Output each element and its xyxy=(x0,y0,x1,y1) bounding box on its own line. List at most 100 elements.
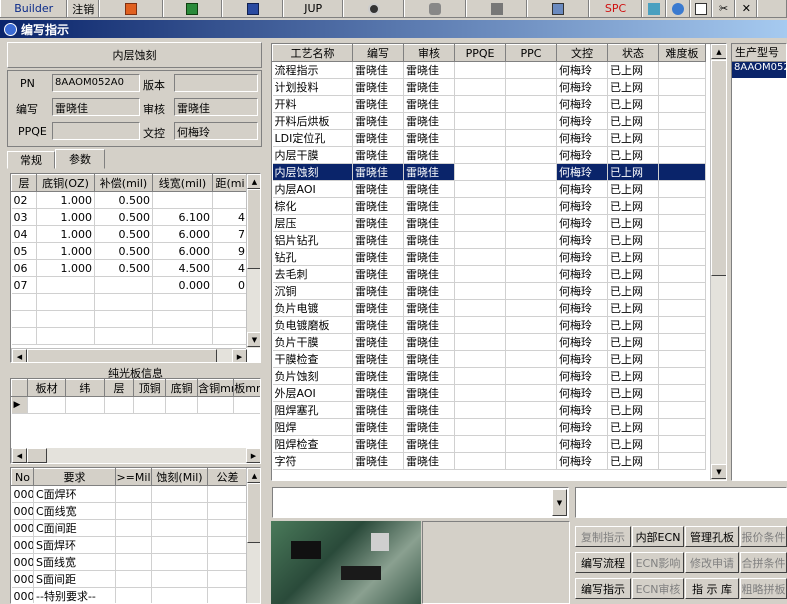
quote-condition-button[interactable]: 报价条件 xyxy=(740,526,787,547)
scroll-down-icon[interactable]: ▼ xyxy=(711,464,726,479)
table-row[interactable]: 开料后烘板 雷晓佳 雷晓佳 何梅玲 已上网 xyxy=(272,112,706,130)
tab-params[interactable]: 参数 xyxy=(55,149,105,169)
rough-panel-button[interactable]: 粗略拼板 xyxy=(740,578,787,599)
layer-hscroll[interactable]: ◀ ▶ xyxy=(11,348,247,362)
table-row[interactable]: 钻孔 雷晓佳 雷晓佳 何梅玲 已上网 xyxy=(272,248,706,266)
table-row[interactable]: 000 S面焊环 xyxy=(11,536,248,554)
modify-request-button[interactable]: 修改申请 xyxy=(685,552,739,573)
scroll-left-icon[interactable]: ◀ xyxy=(12,448,27,463)
scroll-right-icon[interactable]: ▶ xyxy=(246,448,260,463)
table-row[interactable]: 000 S面间距 xyxy=(11,570,248,588)
annotate-button[interactable]: 注销 xyxy=(67,0,100,17)
table-row[interactable]: 000 C面焊环 xyxy=(11,485,248,503)
model-list-item[interactable]: 8AAOM052A0 xyxy=(732,62,786,78)
table-row[interactable]: 去毛刺 雷晓佳 雷晓佳 何梅玲 已上网 xyxy=(272,265,706,283)
pn-field[interactable]: 8AAOM052A0 xyxy=(52,74,140,92)
doc-control-field[interactable]: 何梅玲 xyxy=(174,122,258,140)
table-row[interactable]: 06 1.000 0.500 4.500 4 xyxy=(11,259,248,277)
writer-field[interactable]: 雷晓佳 xyxy=(52,98,140,116)
reviewer-field[interactable]: 雷晓佳 xyxy=(174,98,258,116)
board-hscroll[interactable]: ◀ ▶ xyxy=(11,448,260,463)
table-row[interactable]: 阻焊塞孔 雷晓佳 雷晓佳 何梅玲 已上网 xyxy=(272,401,706,419)
version-field[interactable] xyxy=(174,74,258,92)
jup-button[interactable]: JUP xyxy=(283,0,343,17)
column-header[interactable]: 层 xyxy=(11,174,37,192)
instruction-library-button[interactable]: 指 示 库 xyxy=(685,578,739,599)
table-row[interactable]: 层压 雷晓佳 雷晓佳 何梅玲 已上网 xyxy=(272,214,706,232)
column-header[interactable]: PPQE xyxy=(454,44,506,62)
table-row[interactable]: 负片干膜 雷晓佳 雷晓佳 何梅玲 已上网 xyxy=(272,333,706,351)
scroll-up-icon[interactable]: ▲ xyxy=(247,174,260,189)
column-header[interactable]: 纬 xyxy=(65,379,105,397)
ecn-impact-button[interactable]: ECN影响 xyxy=(632,552,684,573)
column-header[interactable]: 文控 xyxy=(556,44,608,62)
tab-general[interactable]: 常规 xyxy=(7,151,55,169)
merge-condition-button[interactable]: 合拼条件 xyxy=(740,552,787,573)
table-row[interactable]: 负电镀磨板 雷晓佳 雷晓佳 何梅玲 已上网 xyxy=(272,316,706,334)
column-header[interactable]: 距(mi xyxy=(212,174,248,192)
scroll-right-icon[interactable]: ▶ xyxy=(232,349,247,362)
table-row[interactable]: 铝片钻孔 雷晓佳 雷晓佳 何梅玲 已上网 xyxy=(272,231,706,249)
database-button[interactable] xyxy=(404,0,466,17)
column-header[interactable]: 公差 xyxy=(207,468,248,486)
chevron-down-icon[interactable]: ▼ xyxy=(552,489,567,516)
table-row[interactable]: 沉铜 雷晓佳 雷晓佳 何梅玲 已上网 xyxy=(272,282,706,300)
scroll-down-icon[interactable]: ▼ xyxy=(247,332,260,347)
excel-button[interactable] xyxy=(162,0,222,17)
scroll-left-icon[interactable]: ◀ xyxy=(12,349,27,362)
ecn-review-button[interactable]: ECN审核 xyxy=(632,578,684,599)
column-header[interactable]: PPC xyxy=(505,44,557,62)
column-header[interactable]: >=Mil xyxy=(115,468,152,486)
column-header[interactable]: 审核 xyxy=(403,44,455,62)
table-row[interactable]: 负片电镀 雷晓佳 雷晓佳 何梅玲 已上网 xyxy=(272,299,706,317)
column-header[interactable]: 板mm xyxy=(233,379,260,397)
table-row[interactable]: 02 1.000 0.500 xyxy=(11,191,248,209)
column-header[interactable]: No xyxy=(11,468,34,486)
scroll-thumb[interactable] xyxy=(247,483,260,543)
ie-button[interactable] xyxy=(666,0,690,17)
table-row[interactable]: 干膜检查 雷晓佳 雷晓佳 何梅玲 已上网 xyxy=(272,350,706,368)
column-header[interactable]: 要求 xyxy=(33,468,116,486)
table-row[interactable]: 棕化 雷晓佳 雷晓佳 何梅玲 已上网 xyxy=(272,197,706,215)
column-header[interactable]: 难度板 xyxy=(658,44,706,62)
view-button[interactable] xyxy=(342,0,405,17)
layer-vscroll[interactable]: ▲ ▼ xyxy=(246,174,260,348)
table-row[interactable]: 开料 雷晓佳 雷晓佳 何梅玲 已上网 xyxy=(272,95,706,113)
column-header[interactable]: 线宽(mil) xyxy=(152,174,213,192)
table-row[interactable]: 07 0.000 0 xyxy=(11,276,248,294)
table-row[interactable]: 000 C面间距 xyxy=(11,519,248,537)
hscroll-thumb[interactable] xyxy=(27,448,47,463)
copy-instruction-button[interactable]: 复制指示 xyxy=(575,526,631,547)
table-row[interactable]: 流程指示 雷晓佳 雷晓佳 何梅玲 已上网 xyxy=(272,61,706,79)
powerpoint-button[interactable] xyxy=(99,0,163,17)
table-row[interactable]: 内层AOI 雷晓佳 雷晓佳 何梅玲 已上网 xyxy=(272,180,706,198)
table-row[interactable]: 外层AOI 雷晓佳 雷晓佳 何梅玲 已上网 xyxy=(272,384,706,402)
column-header[interactable]: 工艺名称 xyxy=(272,44,353,62)
req-vscroll[interactable]: ▲ xyxy=(246,468,260,603)
write-instruction-button[interactable]: 编写指示 xyxy=(575,578,631,599)
table-row[interactable]: 03 1.000 0.500 6.100 4 xyxy=(11,208,248,226)
table-row[interactable]: LDI定位孔 雷晓佳 雷晓佳 何梅玲 已上网 xyxy=(272,129,706,147)
table-row[interactable]: 阻焊 雷晓佳 雷晓佳 何梅玲 已上网 xyxy=(272,418,706,436)
column-header[interactable]: 层 xyxy=(103,379,135,397)
column-header[interactable]: 蚀刻(Mil) xyxy=(151,468,208,486)
flow-vscroll[interactable]: ▲ ▼ xyxy=(710,44,726,480)
table-row[interactable]: 内层干膜 雷晓佳 雷晓佳 何梅玲 已上网 xyxy=(272,146,706,164)
spc-button[interactable]: SPC xyxy=(588,0,643,17)
hscroll-thumb[interactable] xyxy=(27,349,217,362)
column-header[interactable]: 编写 xyxy=(352,44,404,62)
manage-panel-button[interactable]: 管理孔板 xyxy=(685,526,739,547)
scroll-thumb[interactable] xyxy=(711,60,726,276)
word-button[interactable] xyxy=(222,0,284,17)
combo-box-left[interactable]: ▼ xyxy=(272,487,569,518)
combo-box-right[interactable] xyxy=(575,487,787,518)
computer-button[interactable] xyxy=(527,0,589,17)
table-row[interactable]: 负片蚀刻 雷晓佳 雷晓佳 何梅玲 已上网 xyxy=(272,367,706,385)
scroll-up-icon[interactable]: ▲ xyxy=(711,44,726,59)
scroll-up-icon[interactable]: ▲ xyxy=(247,468,260,483)
column-header[interactable]: 状态 xyxy=(607,44,659,62)
column-header[interactable]: 板材 xyxy=(26,379,67,397)
builder-button[interactable]: Builder xyxy=(0,0,68,17)
network-button[interactable] xyxy=(465,0,528,17)
table-row[interactable]: 计划投料 雷晓佳 雷晓佳 何梅玲 已上网 xyxy=(272,78,706,96)
